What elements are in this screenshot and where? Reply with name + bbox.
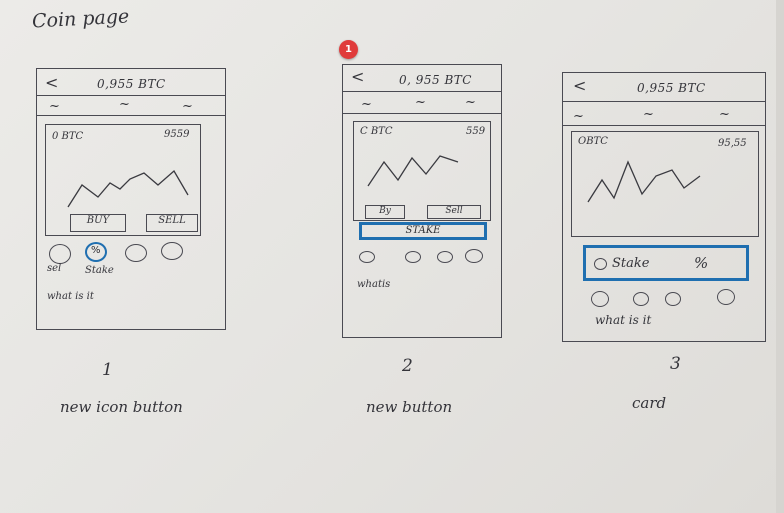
back-arrow-icon[interactable]: < <box>573 76 586 95</box>
marker-badge[interactable]: 1 <box>339 40 358 59</box>
action-icon-3[interactable] <box>437 251 453 263</box>
action-icon-3[interactable] <box>125 244 147 262</box>
stake-icon-label: Stake <box>85 265 114 276</box>
header-divider <box>343 91 501 92</box>
sketch-2-phone: < 0, 955 BTC ~ ~ ~ C BTC 559 By Sell STA… <box>342 64 502 338</box>
buy-button[interactable]: By <box>365 205 405 219</box>
tab-2[interactable]: ~ <box>643 107 654 122</box>
tab-1[interactable]: ~ <box>49 99 60 114</box>
paper-edge <box>776 0 784 513</box>
balance-label: 0, 955 BTC <box>399 73 472 87</box>
action-icon-3[interactable] <box>665 292 681 306</box>
action-icon-4[interactable] <box>465 249 483 263</box>
tab-2[interactable]: ~ <box>119 97 130 112</box>
sketch-2-number: 2 <box>402 356 413 376</box>
action-icon-4[interactable] <box>717 289 735 305</box>
tab-2[interactable]: ~ <box>415 95 426 110</box>
sketch-1-number: 1 <box>102 360 113 380</box>
what-is-it-text: what is it <box>47 291 94 302</box>
sell-icon-label: sel <box>47 263 62 274</box>
tab-3[interactable]: ~ <box>182 99 193 114</box>
stake-label: Stake <box>612 256 650 271</box>
page-title: Coin page <box>31 5 130 33</box>
balance-label: 0,955 BTC <box>97 77 166 91</box>
tab-3[interactable]: ~ <box>719 107 730 122</box>
stake-percent-symbol: % <box>694 254 709 272</box>
sell-button[interactable]: Sell <box>427 205 481 219</box>
sketch-3-phone: < 0,955 BTC ~ ~ ~ OBTC 95,55 Stake % wha… <box>562 72 766 342</box>
stake-percent-icon[interactable]: % <box>85 242 107 262</box>
action-icon-4[interactable] <box>161 242 183 260</box>
header-divider <box>37 95 225 96</box>
balance-label: 0,955 BTC <box>637 81 706 95</box>
action-icon-2[interactable] <box>633 292 649 306</box>
price-chart <box>587 160 701 203</box>
stake-button[interactable]: STAKE <box>359 222 487 240</box>
stake-card[interactable]: Stake % <box>583 245 749 281</box>
buy-button[interactable]: BUY <box>70 214 126 232</box>
sketch-3-number: 3 <box>670 354 681 374</box>
stake-icon <box>594 258 607 270</box>
tabs-divider <box>37 115 225 116</box>
sketch-3-caption: card <box>632 394 667 412</box>
action-icon-1[interactable] <box>591 291 609 307</box>
sketch-2-caption: new button <box>366 398 453 416</box>
sketch-1-caption: new icon button <box>60 398 183 416</box>
price-card: OBTC 95,55 <box>571 131 759 237</box>
tabs-divider <box>343 113 501 114</box>
sell-icon[interactable] <box>49 244 71 264</box>
action-icon-2[interactable] <box>405 251 421 263</box>
what-is-it-text: whatis <box>357 279 391 290</box>
back-arrow-icon[interactable]: < <box>351 67 364 86</box>
tabs-divider <box>563 125 765 126</box>
back-arrow-icon[interactable]: < <box>45 73 58 92</box>
what-is-it-text: what is it <box>595 313 652 327</box>
price-card: 0 BTC 9559 BUY SELL <box>45 124 201 236</box>
tab-1[interactable]: ~ <box>573 109 584 124</box>
tab-1[interactable]: ~ <box>361 97 372 112</box>
tab-3[interactable]: ~ <box>465 95 476 110</box>
header-divider <box>563 101 765 102</box>
sell-button[interactable]: SELL <box>146 214 198 232</box>
sketch-1-phone: < 0,955 BTC ~ ~ ~ 0 BTC 9559 BUY SELL % … <box>36 68 226 330</box>
action-icon-1[interactable] <box>359 251 375 263</box>
